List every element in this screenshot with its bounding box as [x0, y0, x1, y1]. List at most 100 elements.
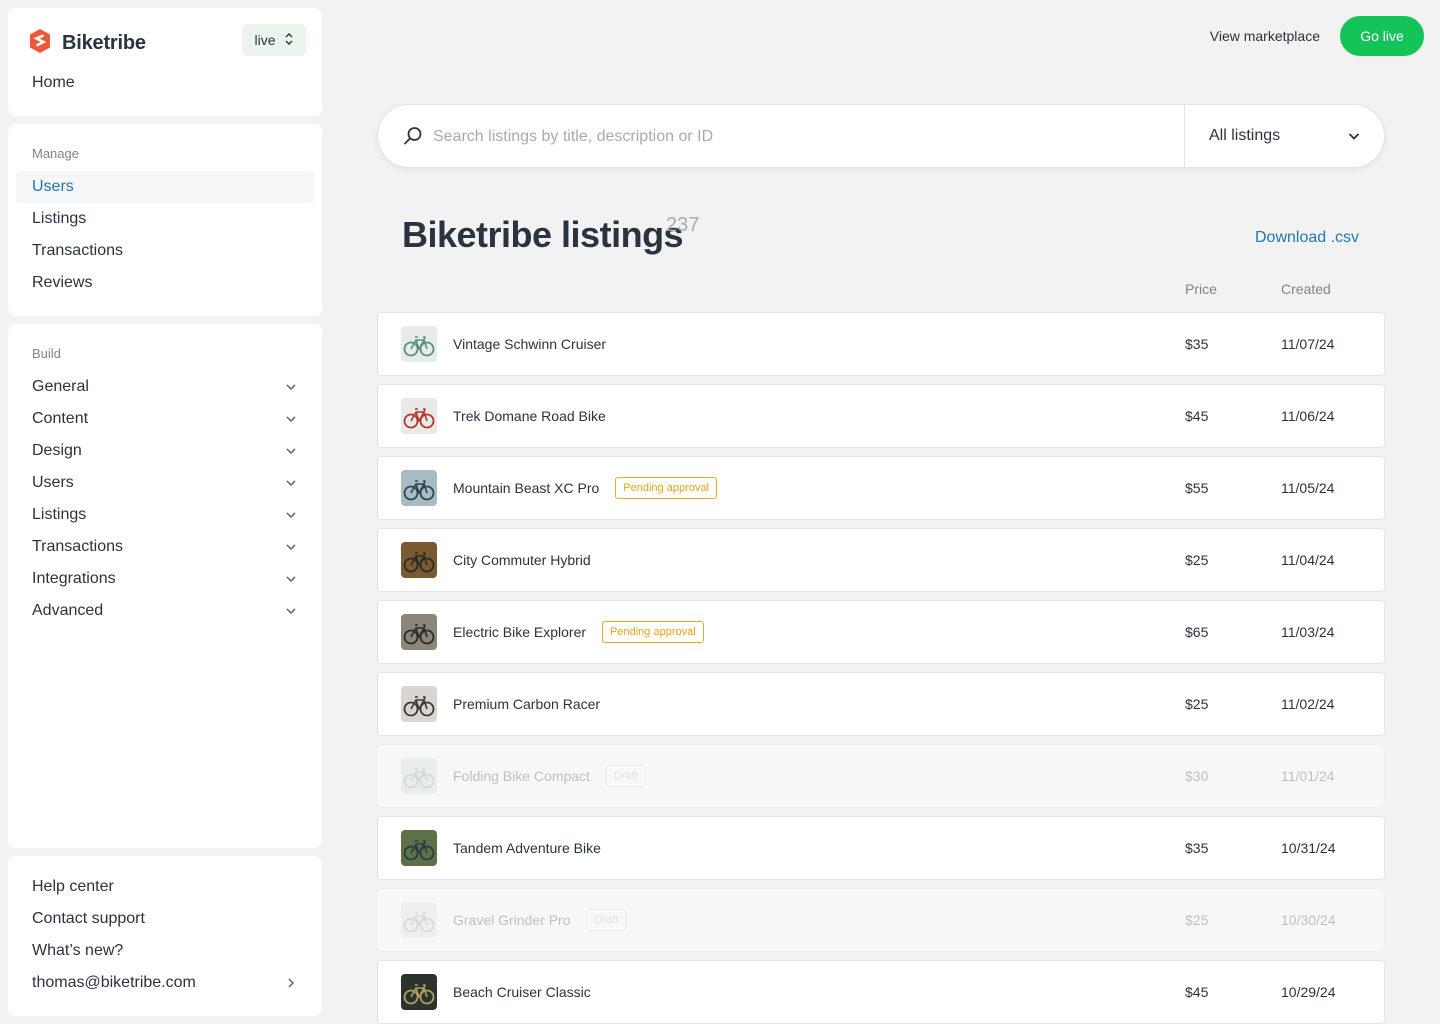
listing-filter-select[interactable]: All listings — [1184, 105, 1385, 167]
account-menu[interactable]: thomas@biketribe.com — [16, 967, 314, 999]
sidebar-bottom-panel: Help center Contact support What’s new? … — [8, 856, 322, 1016]
column-header-created: Created — [1281, 281, 1331, 297]
listing-title: City Commuter Hybrid — [453, 552, 591, 568]
brand-name: Biketribe — [62, 32, 146, 54]
biketribe-logo-icon — [28, 28, 52, 59]
listing-title: Gravel Grinder Pro — [453, 912, 571, 928]
listing-count: 237 — [666, 214, 700, 236]
sidebar-item-transactions[interactable]: Transactions — [16, 235, 314, 267]
sidebar-build-item-integrations[interactable]: Integrations — [16, 563, 314, 595]
listing-row[interactable]: City Commuter Hybrid $25 11/04/24 — [377, 528, 1385, 592]
sidebar-build-panel: Build General Content Design Users Listings T… — [8, 324, 322, 848]
sidebar-top-panel: Biketribe live Home — [8, 8, 322, 116]
bicycle-icon — [401, 902, 437, 938]
status-badge: Draft — [605, 765, 646, 787]
listing-title-group: Gravel Grinder Pro Draft — [453, 889, 627, 951]
download-csv-link[interactable]: Download .csv — [1255, 229, 1359, 247]
chevron-down-icon — [284, 380, 298, 399]
listing-title: Premium Carbon Racer — [453, 696, 601, 712]
bicycle-icon — [401, 974, 437, 1010]
sidebar-item-contact-support[interactable]: Contact support — [16, 903, 314, 935]
listing-created-date: 10/29/24 — [1281, 984, 1336, 1000]
filter-selected-value: All listings — [1209, 127, 1281, 144]
account-email: thomas@biketribe.com — [32, 974, 196, 991]
sidebar-item-label: Users — [32, 178, 74, 195]
sidebar-item-label: Listings — [32, 506, 87, 523]
chevron-down-icon — [284, 508, 298, 527]
sidebar-build-item-advanced[interactable]: Advanced — [16, 595, 314, 627]
go-live-button[interactable]: Go live — [1340, 16, 1424, 56]
listing-row[interactable]: Mountain Beast XC Pro Pending approval $55… — [377, 456, 1385, 520]
listing-title: Mountain Beast XC Pro — [453, 480, 600, 496]
listing-row[interactable]: Electric Bike Explorer Pending approval $6… — [377, 600, 1385, 664]
brand[interactable]: Biketribe — [28, 28, 146, 59]
listing-price: $35 — [1185, 840, 1209, 856]
section-label-build: Build — [32, 346, 61, 361]
listing-row[interactable]: Tandem Adventure Bike $35 10/31/24 — [377, 816, 1385, 880]
sidebar-item-home[interactable]: Home — [16, 67, 314, 99]
chevron-down-icon — [284, 476, 298, 495]
sidebar-item-listings[interactable]: Listings — [16, 203, 314, 235]
listing-row[interactable]: Gravel Grinder Pro Draft $25 10/30/24 — [377, 888, 1385, 952]
sidebar-build-item-general[interactable]: General — [16, 371, 314, 403]
listing-created-date: 11/02/24 — [1281, 696, 1335, 712]
listing-price: $25 — [1185, 552, 1209, 568]
listing-created-date: 11/07/24 — [1281, 336, 1335, 352]
listing-title-group: Vintage Schwinn Cruiser — [453, 313, 606, 375]
listing-title-group: Premium Carbon Racer — [453, 673, 600, 735]
sidebar-item-label: Integrations — [32, 570, 116, 587]
sidebar-build-item-content[interactable]: Content — [16, 403, 314, 435]
chevron-up-down-icon — [284, 32, 294, 49]
view-marketplace-link[interactable]: View marketplace — [1210, 24, 1320, 48]
listing-row[interactable]: Premium Carbon Racer $25 11/02/24 — [377, 672, 1385, 736]
sidebar-build-item-users[interactable]: Users — [16, 467, 314, 499]
search-icon — [402, 125, 424, 152]
listing-price: $65 — [1185, 624, 1209, 640]
chevron-right-icon — [284, 976, 298, 995]
listing-title: Trek Domane Road Bike — [453, 408, 606, 424]
chevron-down-icon — [1347, 129, 1361, 148]
listing-price: $25 — [1185, 696, 1209, 712]
listing-title: Vintage Schwinn Cruiser — [453, 336, 607, 352]
sidebar-item-label: Transactions — [32, 538, 123, 555]
listing-created-date: 11/05/24 — [1281, 480, 1335, 496]
sidebar-manage-panel: Manage Users Listings Transactions Revie… — [8, 124, 322, 316]
sidebar-item-label: What’s new? — [32, 942, 124, 959]
sidebar-item-whats-new[interactable]: What’s new? — [16, 935, 314, 967]
sidebar-item-label: Home — [32, 74, 75, 91]
listing-created-date: 11/01/24 — [1281, 768, 1335, 784]
sidebar-build-item-listings[interactable]: Listings — [16, 499, 314, 531]
listing-row[interactable]: Beach Cruiser Classic $45 10/29/24 — [377, 960, 1385, 1024]
environment-select[interactable]: live — [242, 24, 306, 56]
search-input[interactable] — [433, 121, 1173, 153]
column-header-price: Price — [1185, 281, 1217, 297]
search-bar: All listings — [377, 104, 1385, 168]
listing-created-date: 10/30/24 — [1281, 912, 1336, 928]
status-badge: Pending approval — [602, 621, 704, 643]
sidebar-item-users[interactable]: Users — [16, 171, 314, 203]
listing-created-date: 11/03/24 — [1281, 624, 1335, 640]
sidebar-item-label: Listings — [32, 210, 87, 227]
sidebar-build-item-design[interactable]: Design — [16, 435, 314, 467]
listing-title-group: Mountain Beast XC Pro Pending approval — [453, 457, 717, 519]
sidebar-item-reviews[interactable]: Reviews — [16, 267, 314, 299]
listing-title-group: Beach Cruiser Classic — [453, 961, 591, 1023]
listing-row[interactable]: Vintage Schwinn Cruiser $35 11/07/24 — [377, 312, 1385, 376]
bicycle-icon — [401, 686, 437, 722]
listing-created-date: 10/31/24 — [1281, 840, 1336, 856]
bicycle-icon — [401, 614, 437, 650]
sidebar-item-label: Advanced — [32, 602, 104, 619]
sidebar-item-label: Users — [32, 474, 74, 491]
chevron-down-icon — [284, 572, 298, 591]
listing-row[interactable]: Trek Domane Road Bike $45 11/06/24 — [377, 384, 1385, 448]
listing-row[interactable]: Folding Bike Compact Draft $30 11/01/24 — [377, 744, 1385, 808]
listing-created-date: 11/06/24 — [1281, 408, 1335, 424]
listing-title: Electric Bike Explorer — [453, 624, 587, 640]
status-badge: Pending approval — [615, 477, 717, 499]
sidebar-item-help-center[interactable]: Help center — [16, 871, 314, 903]
environment-label: live — [254, 32, 276, 48]
listing-price: $55 — [1185, 480, 1209, 496]
sidebar-item-label: Design — [32, 442, 82, 459]
sidebar-build-item-transactions[interactable]: Transactions — [16, 531, 314, 563]
listing-price: $45 — [1185, 408, 1209, 424]
